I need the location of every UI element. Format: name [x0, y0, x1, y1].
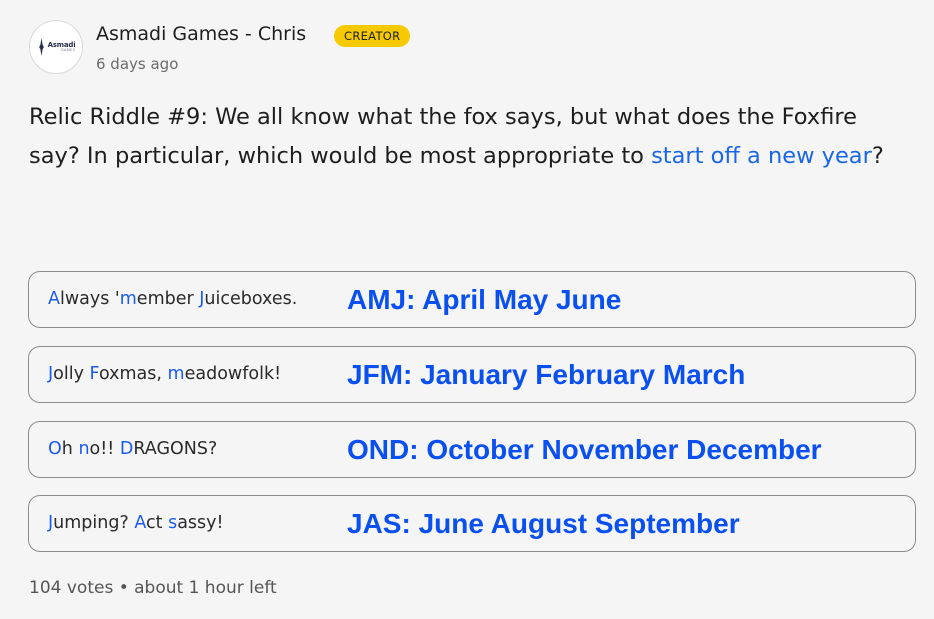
poll-option-annotation: AMJ: April May June [347, 284, 622, 315]
option-initial-letter: F [89, 364, 99, 384]
option-text-segment: uiceboxes. [204, 289, 298, 309]
option-text-segment: o!! [89, 439, 120, 459]
option-text-segment: ct [146, 513, 169, 533]
option-text-segment: lways ' [59, 289, 120, 309]
option-initial-letter: A [48, 289, 60, 309]
poll-option[interactable]: Jolly Foxmas, meadowfolk! JFM: January F… [28, 346, 916, 403]
post-text: Relic Riddle #9: We all know what the fo… [29, 98, 909, 176]
post-text-part2: ? [871, 143, 884, 169]
option-initial-letter: m [119, 289, 137, 309]
poll-option-label: Jolly Foxmas, meadowfolk! [48, 347, 281, 402]
poll-option-label: Always 'member Juiceboxes. [48, 272, 297, 327]
poll-option[interactable]: Always 'member Juiceboxes. AMJ: April Ma… [28, 271, 916, 328]
option-initial-letter: A [134, 513, 147, 533]
asmadi-logo-icon [38, 38, 44, 56]
post-timestamp: 6 days ago [96, 55, 179, 73]
author-name[interactable]: Asmadi Games - Chris [96, 23, 306, 45]
option-text-segment: h [61, 439, 79, 459]
poll-option[interactable]: Oh no!! DRAGONS? OND: October November D… [28, 421, 916, 478]
poll-footer: 104 votes • about 1 hour left [29, 578, 277, 598]
option-text-segment: olly [53, 364, 90, 384]
poll-option-annotation: JAS: June August September [347, 508, 740, 539]
option-text-segment: RAGONS? [133, 439, 218, 459]
option-initial-letter: m [167, 364, 185, 384]
option-text-segment: oxmas, [98, 364, 168, 384]
poll-option-annotation: OND: October November December [347, 434, 822, 465]
poll-option[interactable]: Jumping? Act sassy! JAS: June August Sep… [28, 495, 916, 552]
creator-badge: CREATOR [334, 25, 411, 47]
option-initial-letter: s [168, 513, 178, 533]
avatar-logo-text: Asmadi GAMES [48, 41, 76, 53]
option-text-segment: assy! [177, 513, 224, 533]
option-initial-letter: n [78, 439, 90, 459]
community-post: Asmadi GAMES Asmadi Games - Chris CREATO… [0, 0, 934, 619]
poll-option-label: Jumping? Act sassy! [48, 496, 224, 551]
poll-option-label: Oh no!! DRAGONS? [48, 422, 217, 477]
option-initial-letter: O [48, 439, 62, 459]
option-text-segment: umping? [53, 513, 135, 533]
avatar[interactable]: Asmadi GAMES [29, 20, 83, 74]
option-initial-letter: D [119, 439, 134, 459]
option-text-segment: ember [136, 289, 200, 309]
avatar-logo-sub: GAMES [60, 47, 76, 52]
option-text-segment: eadowfolk! [184, 364, 282, 384]
post-link[interactable]: start off a new year [651, 143, 872, 169]
poll-option-annotation: JFM: January February March [347, 359, 746, 390]
